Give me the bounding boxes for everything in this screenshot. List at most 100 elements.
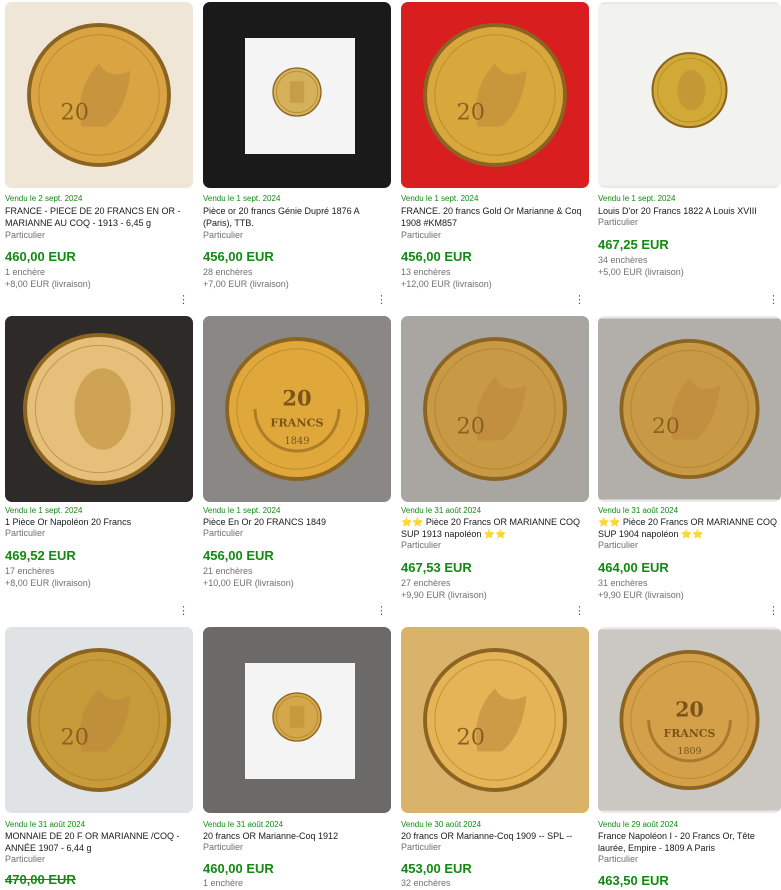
more-options-icon[interactable]: ⋮	[178, 606, 189, 617]
seller-type: Particulier	[401, 230, 442, 240]
shipping-cost: +9,90 EUR (livraison)	[401, 590, 487, 600]
seller-type: Particulier	[598, 854, 639, 864]
bid-count: 31 enchères	[598, 578, 648, 588]
listing-title[interactable]: 20 francs OR Marianne-Coq 1909 -- SPL --	[401, 830, 587, 842]
gold-coin-icon	[651, 52, 728, 129]
svg-text:20: 20	[652, 414, 680, 439]
more-options-icon[interactable]: ⋮	[768, 606, 779, 617]
sold-date: Vendu le 31 août 2024	[5, 820, 86, 829]
listing-title[interactable]: ⭐⭐ Pièce 20 Francs OR MARIANNE COQ SUP 1…	[598, 516, 781, 540]
shipping-cost: +10,00 EUR (livraison)	[203, 578, 294, 588]
gold-coin-icon: 20	[423, 337, 567, 481]
svg-text:FRANCS: FRANCS	[270, 416, 323, 430]
bid-count: 21 enchères	[203, 566, 253, 576]
seller-type: Particulier	[401, 842, 442, 852]
listing-title[interactable]: Pièce or 20 francs Génie Dupré 1876 A (P…	[203, 205, 389, 229]
svg-text:FRANCS: FRANCS	[664, 727, 716, 740]
listing-title[interactable]: FRANCE - PIECE DE 20 FRANCS EN OR - MARI…	[5, 205, 191, 229]
sold-date: Vendu le 1 sept. 2024	[203, 506, 281, 515]
price: 460,00 EUR	[203, 861, 274, 876]
listing-image[interactable]: 20 FRANCS 1849	[203, 316, 391, 502]
gold-coin-icon	[272, 692, 322, 742]
star-icon: ⭐⭐	[401, 517, 426, 527]
listing-image[interactable]: 20 FRANCS 1809	[598, 627, 781, 813]
more-options-icon[interactable]: ⋮	[768, 295, 779, 306]
gold-coin-icon	[22, 332, 176, 486]
bid-count: 27 enchères	[401, 578, 451, 588]
sold-date: Vendu le 29 août 2024	[598, 820, 679, 829]
listing-image[interactable]	[598, 2, 781, 188]
svg-text:1809: 1809	[677, 746, 701, 757]
seller-type: Particulier	[598, 540, 639, 550]
svg-text:20: 20	[61, 725, 90, 751]
bid-count: 17 enchères	[5, 566, 55, 576]
listing-image[interactable]: 20	[5, 627, 193, 813]
sold-date: Vendu le 1 sept. 2024	[401, 194, 479, 203]
more-options-icon[interactable]: ⋮	[376, 606, 387, 617]
star-icon: ⭐⭐	[481, 529, 507, 539]
listing-image[interactable]	[203, 627, 391, 813]
svg-text:20: 20	[457, 100, 486, 126]
price: 453,00 EUR	[401, 861, 472, 876]
shipping-cost: +7,00 EUR (livraison)	[203, 279, 289, 289]
listing-title[interactable]: FRANCE. 20 francs Gold Or Marianne & Coq…	[401, 205, 587, 229]
listing-title[interactable]: France Napoléon I - 20 Francs Or, Tête l…	[598, 830, 773, 854]
gold-coin-icon: 20	[27, 23, 171, 167]
sold-date: Vendu le 31 août 2024	[203, 820, 284, 829]
price: 469,52 EUR	[5, 548, 76, 563]
seller-type: Particulier	[203, 842, 244, 852]
seller-type: Particulier	[5, 528, 46, 538]
listing-image[interactable]: 20	[401, 316, 589, 502]
svg-text:20: 20	[282, 386, 311, 411]
more-options-icon[interactable]: ⋮	[574, 295, 585, 306]
more-options-icon[interactable]: ⋮	[376, 295, 387, 306]
listing-title[interactable]: Louis D'or 20 Francs 1822 A Louis XVIII	[598, 205, 778, 217]
gold-coin-icon: 20	[423, 648, 567, 792]
listing-title[interactable]: 1 Pièce Or Napoléon 20 Francs	[5, 516, 191, 528]
svg-text:20: 20	[675, 698, 703, 722]
bid-count: 1 enchère	[5, 267, 46, 277]
price: 464,00 EUR	[598, 560, 669, 575]
listing-image[interactable]: 20	[401, 627, 589, 813]
listing-image[interactable]: 20	[401, 2, 589, 188]
gold-coin-icon: 20	[423, 23, 567, 167]
listing-image[interactable]: 20	[598, 316, 781, 502]
svg-text:20: 20	[61, 100, 90, 126]
seller-type: Particulier	[203, 230, 244, 240]
sold-date: Vendu le 1 sept. 2024	[598, 194, 676, 203]
search-results-grid: 20 Vendu le 2 sept. 2024 FRANCE - PIECE …	[0, 0, 781, 890]
listing-title[interactable]: Pièce En Or 20 FRANCS 1849	[203, 516, 389, 528]
price: 470,00 EUR	[5, 872, 76, 887]
seller-type: Particulier	[5, 230, 46, 240]
star-icon: ⭐⭐	[598, 517, 623, 527]
listing-image[interactable]: 20	[5, 2, 193, 188]
price: 456,00 EUR	[203, 548, 274, 563]
gold-coin-icon: 20	[619, 338, 760, 480]
more-options-icon[interactable]: ⋮	[574, 606, 585, 617]
svg-text:1849: 1849	[285, 436, 310, 447]
price: 456,00 EUR	[401, 249, 472, 264]
sold-date: Vendu le 30 août 2024	[401, 820, 482, 829]
seller-type: Particulier	[203, 528, 244, 538]
seller-type: Particulier	[401, 540, 442, 550]
shipping-cost: +12,00 EUR (livraison)	[401, 279, 492, 289]
svg-text:20: 20	[457, 725, 486, 751]
bid-count: 34 enchères	[598, 255, 648, 265]
shipping-cost: +8,00 EUR (livraison)	[5, 279, 91, 289]
gold-coin-icon: 20	[27, 648, 171, 792]
listing-image[interactable]	[5, 316, 193, 502]
sold-date: Vendu le 2 sept. 2024	[5, 194, 83, 203]
seller-type: Particulier	[598, 217, 639, 227]
gold-coin-icon: 20 FRANCS 1849	[225, 337, 369, 481]
bid-count: 13 enchères	[401, 267, 451, 277]
more-options-icon[interactable]: ⋮	[178, 295, 189, 306]
listing-title[interactable]: ⭐⭐ Pièce 20 Francs OR MARIANNE COQ SUP 1…	[401, 516, 587, 540]
sold-date: Vendu le 31 août 2024	[401, 506, 482, 515]
gold-coin-icon	[272, 67, 322, 117]
listing-image[interactable]	[203, 2, 391, 188]
listing-title[interactable]: MONNAIE DE 20 F OR MARIANNE /COQ - ANNÉE…	[5, 830, 191, 854]
shipping-cost: +9,90 EUR (livraison)	[598, 590, 684, 600]
shipping-cost: +5,00 EUR (livraison)	[598, 267, 684, 277]
listing-title[interactable]: 20 francs OR Marianne-Coq 1912	[203, 830, 389, 842]
price: 460,00 EUR	[5, 249, 76, 264]
